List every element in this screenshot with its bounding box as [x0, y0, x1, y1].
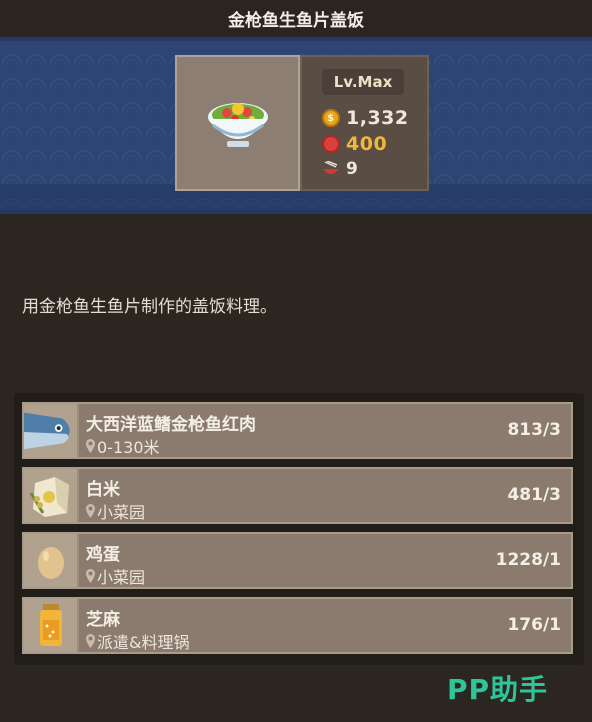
- dish-stats-panel: Lv.Max $ 1,332 400 9: [300, 55, 429, 191]
- dish-description: 用金枪鱼生鱼片制作的盖饭料理。: [22, 297, 277, 317]
- location-pin-icon: [86, 569, 95, 583]
- ingredient-location-text: 0-130米: [97, 438, 160, 457]
- ingredient-list: 大西洋蓝鳍金枪鱼红肉 0-130米 813/3 白米 小菜园 481/3 鸡蛋 …: [14, 393, 584, 665]
- ingredient-location-text: 派遣&料理锅: [97, 633, 190, 652]
- taste-stat: 400: [322, 133, 387, 155]
- ingredient-count: 813/3: [507, 420, 561, 440]
- dish-image-frame: [175, 55, 300, 191]
- ingredient-row[interactable]: 大西洋蓝鳍金枪鱼红肉 0-130米 813/3: [22, 402, 573, 459]
- location-pin-icon: [86, 634, 95, 648]
- ingredient-row[interactable]: 芝麻 派遣&料理锅 176/1: [22, 597, 573, 654]
- ingredient-location: 小菜园: [86, 564, 145, 588]
- tuna-icon: [24, 412, 70, 450]
- ingredient-icon-box: [24, 404, 79, 457]
- ingredient-count: 481/3: [507, 485, 561, 505]
- gold-coin-icon: $: [322, 109, 340, 127]
- egg-icon: [37, 546, 64, 579]
- taste-icon: [322, 135, 340, 153]
- ingredient-name: 大西洋蓝鳍金枪鱼红肉: [86, 415, 256, 435]
- ingredient-location-text: 小菜园: [97, 503, 146, 522]
- dish-title: 金枪鱼生鱼片盖饭: [0, 0, 592, 37]
- ingredient-icon-box: [24, 599, 79, 652]
- ingredient-icon-box: [24, 469, 79, 522]
- ingredient-row[interactable]: 鸡蛋 小菜园 1228/1: [22, 532, 573, 589]
- price-value: 1,332: [346, 107, 409, 129]
- ingredient-name: 白米: [86, 480, 120, 500]
- ingredient-name: 芝麻: [86, 610, 120, 630]
- taste-value: 400: [346, 133, 388, 155]
- level-badge: Lv.Max: [322, 69, 404, 95]
- ingredient-name: 鸡蛋: [86, 545, 120, 565]
- ingredient-location: 0-130米: [86, 434, 160, 458]
- sesame-jar-icon: [39, 603, 62, 646]
- ingredient-location: 小菜园: [86, 499, 145, 523]
- servings-stat: 9: [322, 159, 358, 179]
- ingredient-count: 176/1: [507, 615, 561, 635]
- location-pin-icon: [86, 504, 95, 518]
- location-pin-icon: [86, 439, 95, 453]
- servings-value: 9: [346, 159, 359, 179]
- ingredient-location-text: 小菜园: [97, 568, 146, 587]
- price-stat: $ 1,332: [322, 107, 409, 129]
- ingredient-row[interactable]: 白米 小菜园 481/3: [22, 467, 573, 524]
- ingredient-icon-box: [24, 534, 79, 587]
- rice-bag-icon: [29, 476, 69, 517]
- rice-bowl-icon: [208, 103, 268, 147]
- watermark-logo: PP助手: [447, 673, 549, 706]
- serving-bowl-icon: [323, 161, 339, 174]
- ingredient-location: 派遣&料理锅: [86, 629, 189, 653]
- ingredient-count: 1228/1: [495, 550, 561, 570]
